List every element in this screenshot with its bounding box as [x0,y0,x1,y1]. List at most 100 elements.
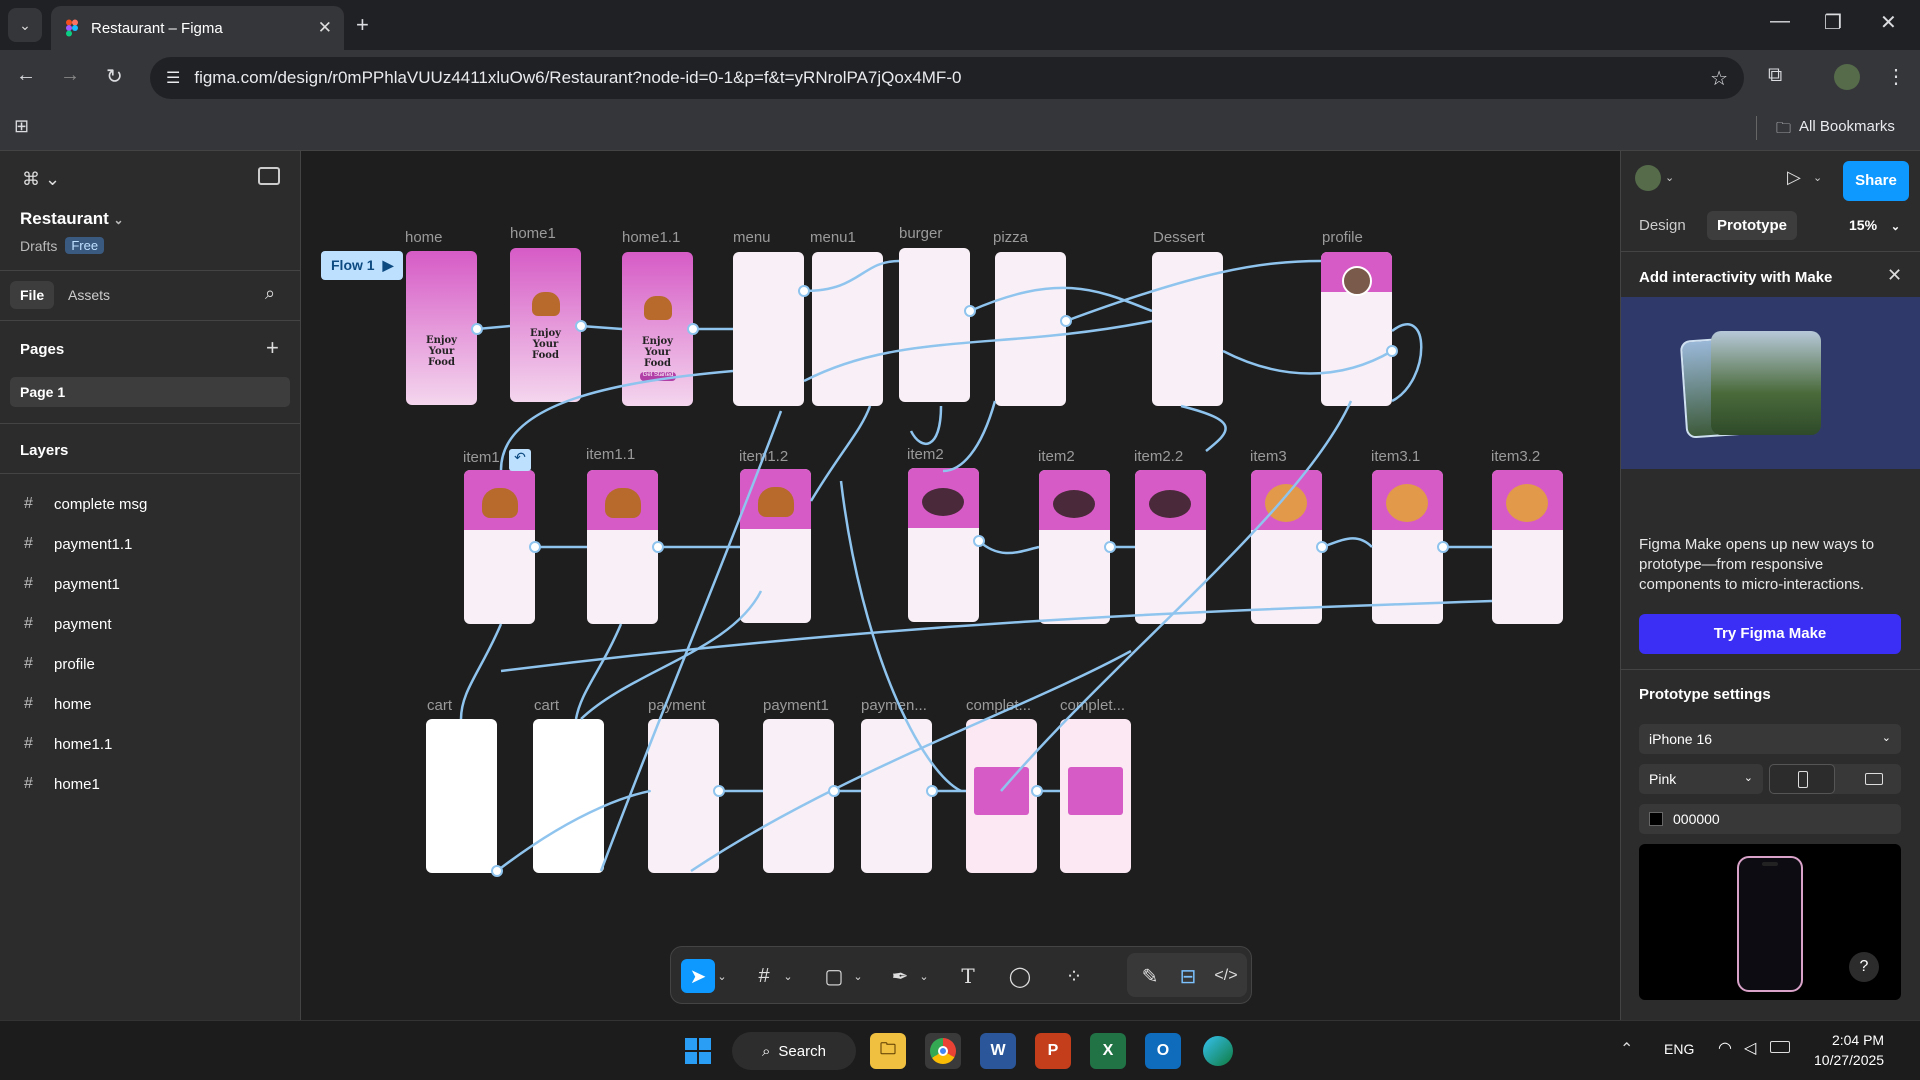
color-model-select[interactable]: Pink ⌄ [1639,764,1763,794]
chevron-down-icon: ⌄ [1881,732,1891,744]
layer-label: home1 [54,775,100,793]
present-chevron-icon[interactable]: ⌄ [1813,171,1822,184]
tab-list-button[interactable]: ⌄ [8,8,42,42]
add-page-icon[interactable]: + [266,335,279,361]
chrome-icon[interactable] [925,1033,961,1069]
extensions-icon[interactable]: ⧉ [1768,64,1782,87]
powerpoint-icon[interactable]: P [1035,1033,1071,1069]
layer-item[interactable]: # complete msg [0,484,300,524]
file-name[interactable]: Restaurant ⌄ [20,209,124,229]
page-1-label: Page 1 [20,384,66,400]
close-window-icon[interactable]: ✕ [1880,10,1897,35]
tab-title: Restaurant – Figma [91,19,223,37]
reload-icon[interactable]: ↻ [106,64,123,89]
frame-tool-icon[interactable]: # [747,959,781,993]
layer-item[interactable]: # payment1 [0,564,300,604]
clock[interactable]: 2:04 PM 10/27/2025 [1814,1030,1884,1070]
outlook-icon[interactable]: O [1145,1033,1181,1069]
prototype-tab[interactable]: Prototype [1707,211,1798,240]
close-tab-icon[interactable]: ✕ [318,18,332,38]
file-tab[interactable]: File [10,281,55,309]
comment-tool-icon[interactable]: ◯ [1003,959,1037,993]
device-preview: ? [1639,844,1901,1000]
try-figma-make-button[interactable]: Try Figma Make [1639,614,1901,654]
wifi-icon[interactable]: ◠ [1718,1038,1732,1058]
search-icon[interactable]: ⌕ [265,283,275,304]
address-bar[interactable]: ☰ figma.com/design/r0mPPhlaVUUz4411xluOw… [150,57,1744,99]
toggle-sidebar-icon[interactable] [258,167,280,185]
frame-icon: # [24,655,33,672]
minimize-icon[interactable]: — [1770,10,1790,33]
text-tool-icon[interactable]: T [951,959,985,993]
back-action-icon[interactable]: ↶ [509,449,531,471]
frame-tool-chevron-icon[interactable]: ⌄ [781,959,795,993]
all-bookmarks-button[interactable]: 🗀 All Bookmarks [1776,118,1895,143]
bookmark-star-icon[interactable]: ☆ [1710,66,1728,91]
share-button[interactable]: Share [1843,161,1909,201]
rectangle-tool-icon[interactable]: ▢ [817,959,851,993]
draw-mode-icon[interactable]: ✎ [1133,959,1167,993]
device-select[interactable]: iPhone 16 ⌄ [1639,724,1901,754]
start-icon[interactable] [680,1033,716,1069]
taskbar-search[interactable]: ⌕ Search [732,1032,856,1070]
chrome-menu-icon[interactable]: ⋮ [1886,64,1906,89]
new-tab-icon[interactable]: + [356,12,369,38]
background-color-field[interactable]: 000000 [1639,804,1901,834]
zoom-dropdown[interactable]: 15% ⌄ [1849,217,1900,233]
time-text: 2:04 PM [1831,1032,1885,1048]
back-icon[interactable]: ← [16,64,36,87]
close-make-icon[interactable]: ✕ [1887,265,1902,286]
apps-grid-icon[interactable]: ⊞ [14,116,29,137]
shape-tool-chevron-icon[interactable]: ⌄ [851,959,865,993]
frame-icon: # [24,695,33,712]
design-mode-icon[interactable]: ⊟ [1171,959,1205,993]
restore-icon[interactable]: ❐ [1824,10,1842,35]
word-icon[interactable]: W [980,1033,1016,1069]
active-tab[interactable]: Restaurant – Figma ✕ [51,6,344,50]
site-info-icon[interactable]: ☰ [166,68,180,88]
layer-label: payment1 [54,575,120,593]
layer-label: payment [54,615,112,633]
forward-icon[interactable]: → [60,64,80,87]
edge-icon[interactable] [1200,1033,1236,1069]
frame-icon: # [24,575,33,592]
iphone-frame-image [1737,856,1803,992]
browser-toolbar: ← → ↻ ☰ figma.com/design/r0mPPhlaVUUz441… [0,50,1920,106]
layer-item[interactable]: # profile [0,644,300,684]
language-indicator[interactable]: ENG [1664,1041,1694,1057]
landscape-icon[interactable] [1865,773,1883,785]
bookmarks-bar: ⊞ 🗀 All Bookmarks [0,106,1920,151]
excel-icon[interactable]: X [1090,1033,1126,1069]
battery-icon[interactable] [1770,1041,1790,1053]
user-avatar[interactable] [1635,165,1661,191]
actions-tool-icon[interactable]: ⁘ [1057,959,1091,993]
orientation-toggle [1769,764,1901,794]
portrait-icon[interactable] [1769,764,1835,794]
chevron-down-icon: ⌄ [1743,772,1753,784]
file-explorer-icon[interactable]: 🗀 [870,1033,906,1069]
volume-icon[interactable]: ◁ [1744,1038,1756,1058]
make-description: Figma Make opens up new ways to prototyp… [1639,536,1875,593]
design-tab[interactable]: Design [1639,217,1686,234]
move-tool-icon[interactable]: ➤ [681,959,715,993]
drafts-text: Drafts [20,237,58,254]
help-button[interactable]: ? [1849,952,1879,982]
layer-item[interactable]: # home [0,684,300,724]
assets-tab[interactable]: Assets [68,287,110,303]
figma-main-menu-icon[interactable]: ⌘ ⌄ [22,169,60,190]
move-tool-chevron-icon[interactable]: ⌄ [715,959,729,993]
design-canvas[interactable]: Flow 1 ▶ home home1 home1.1 menu menu1 bu… [301,151,1620,1020]
pen-tool-chevron-icon[interactable]: ⌄ [917,959,931,993]
system-tray-chevron-icon[interactable]: ⌃ [1620,1039,1633,1059]
layer-item[interactable]: # home1.1 [0,724,300,764]
pen-tool-icon[interactable]: ✒ [883,959,917,993]
layer-item[interactable]: # payment [0,604,300,644]
layer-item[interactable]: # payment1.1 [0,524,300,564]
layer-label: payment1.1 [54,535,133,553]
layer-item[interactable]: # home1 [0,764,300,804]
present-icon[interactable]: ▷ [1787,167,1801,188]
profile-avatar[interactable] [1834,64,1860,90]
dev-mode-icon[interactable]: </> [1209,959,1243,993]
page-1-item[interactable]: Page 1 [10,377,290,407]
make-illustration [1621,297,1920,469]
